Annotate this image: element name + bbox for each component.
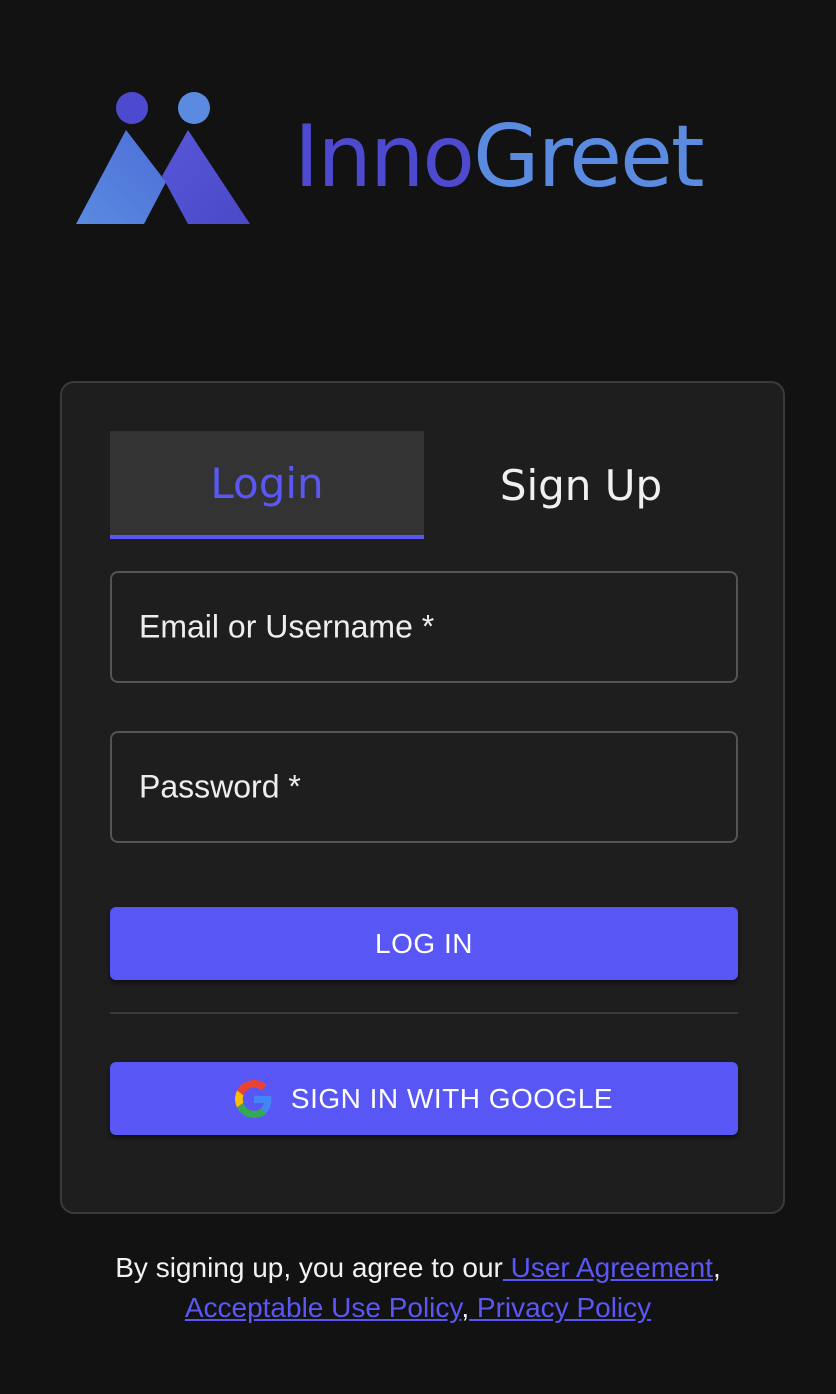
email-field[interactable]: Email or Username * — [110, 571, 738, 683]
auth-card: Login Sign Up Email or Username * Passwo… — [60, 381, 785, 1214]
login-button[interactable]: LOG IN — [110, 907, 738, 980]
login-page: InnoGreet Login Sign Up Email or Usernam… — [0, 0, 836, 1394]
terms-prefix: By signing up, you agree to our — [115, 1252, 503, 1283]
terms-comma-2: , — [461, 1292, 470, 1323]
google-sign-in-button[interactable]: SIGN IN WITH GOOGLE — [110, 1062, 738, 1135]
google-icon — [234, 1079, 272, 1118]
tab-login[interactable]: Login — [110, 431, 424, 539]
auth-tabs: Login Sign Up — [110, 431, 738, 539]
user-agreement-link[interactable]: User Agreement — [503, 1252, 713, 1283]
privacy-policy-link[interactable]: Privacy Policy — [469, 1292, 651, 1323]
brand-name: InnoGreet — [294, 114, 705, 200]
brand-logo: InnoGreet — [76, 90, 705, 226]
acceptable-use-policy-link[interactable]: Acceptable Use Policy — [185, 1292, 462, 1323]
password-input[interactable] — [112, 733, 736, 841]
divider — [110, 1012, 738, 1014]
password-field[interactable]: Password * — [110, 731, 738, 843]
terms-text: By signing up, you agree to our User Agr… — [0, 1248, 836, 1328]
terms-comma-1: , — [712, 1252, 721, 1283]
email-input[interactable] — [112, 573, 736, 681]
brand-name-part1: Inno — [294, 107, 475, 207]
brand-name-part2: Greet — [473, 107, 705, 207]
google-button-label: SIGN IN WITH GOOGLE — [290, 1082, 614, 1114]
logo-mark-icon — [76, 92, 250, 224]
tab-sign-up[interactable]: Sign Up — [424, 431, 738, 539]
